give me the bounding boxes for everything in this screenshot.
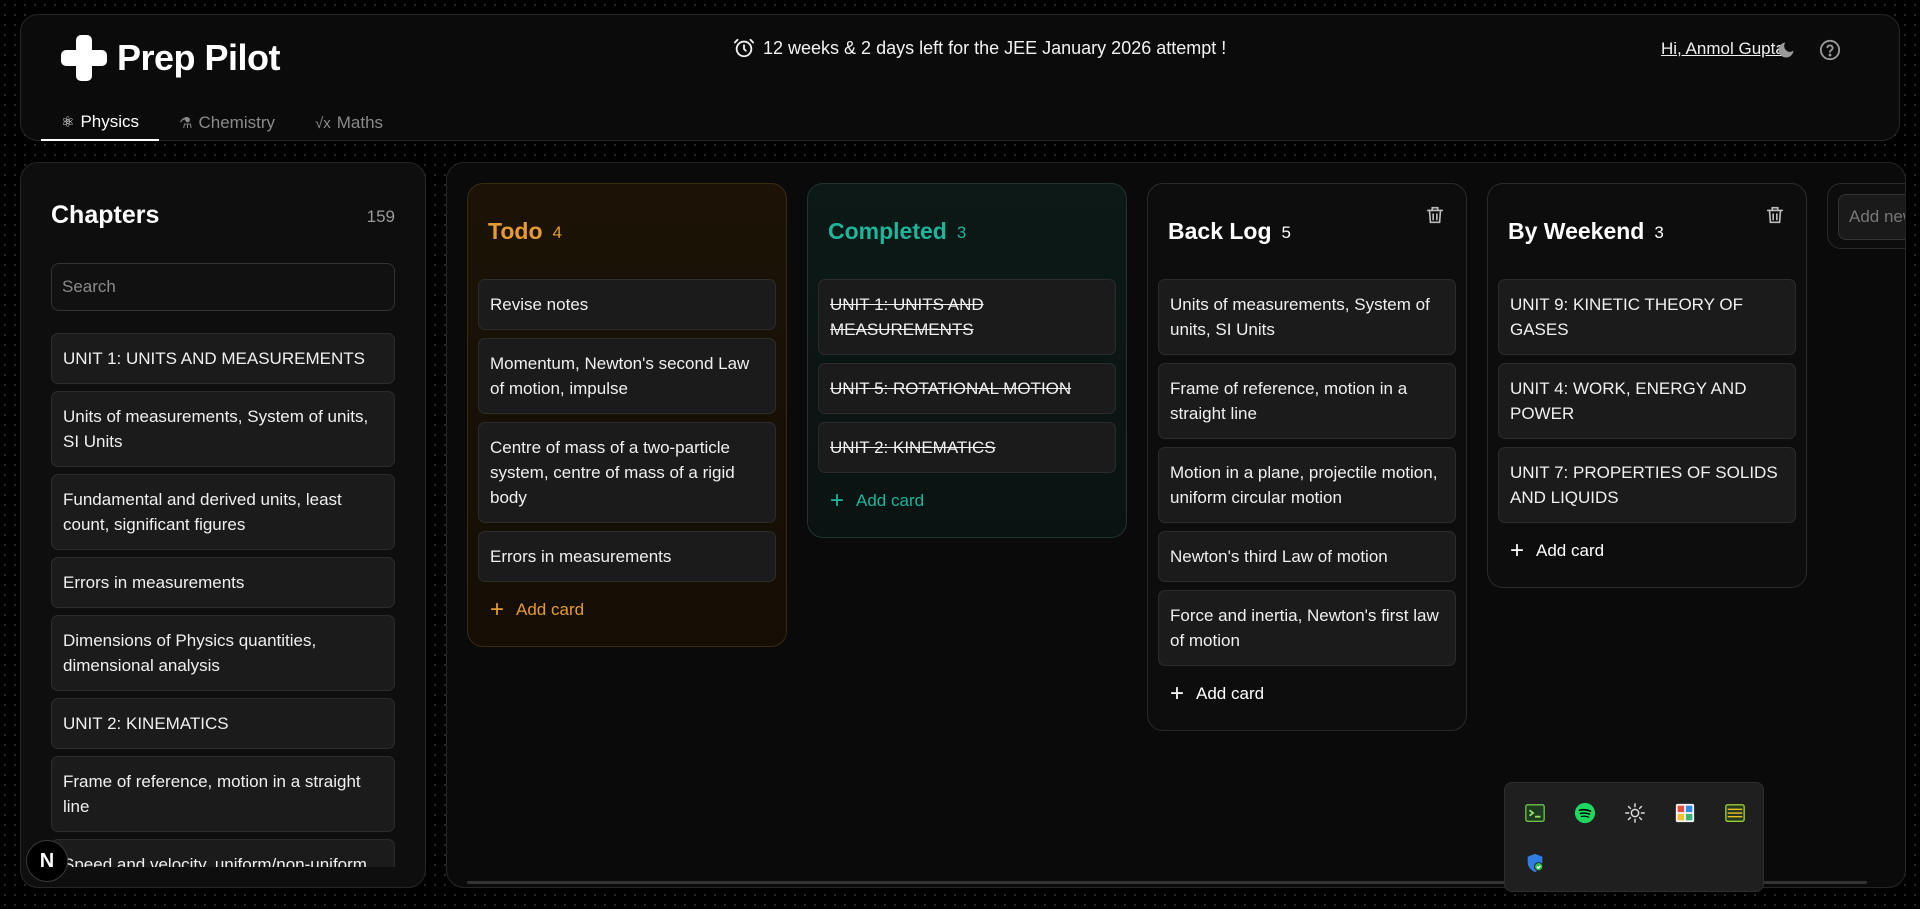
add-card-button[interactable]: + Add card — [1498, 531, 1796, 587]
help-button[interactable] — [1817, 37, 1843, 63]
tab-label: Chemistry — [198, 113, 275, 132]
brightness-icon[interactable] — [1623, 801, 1647, 825]
sidebar-title: Chapters — [51, 201, 160, 229]
add-card-label: Add card — [1536, 541, 1605, 560]
chapter-item[interactable]: Speed and velocity, uniform/non-uniform … — [51, 839, 395, 867]
tab-label: Physics — [80, 112, 140, 131]
task-card[interactable]: UNIT 5: ROTATIONAL MOTION — [818, 363, 1116, 414]
system-tray-popup — [1504, 782, 1764, 892]
system-monitor-icon[interactable] — [1723, 801, 1747, 825]
task-card[interactable]: UNIT 4: WORK, ENERGY AND POWER — [1498, 363, 1796, 439]
chapter-count: 159 — [366, 207, 395, 226]
countdown-text: 12 weeks & 2 days left for the JEE Janua… — [763, 37, 1227, 58]
tab-label: Maths — [336, 113, 384, 132]
tab-chemistry[interactable]: ⚗ Chemistry — [159, 105, 295, 141]
column-by-weekend: By Weekend 3 UNIT 9: KINETIC THEORY OF G… — [1487, 183, 1807, 588]
task-card[interactable]: Newton's third Law of motion — [1158, 531, 1456, 582]
task-card[interactable]: UNIT 2: KINEMATICS — [818, 422, 1116, 473]
task-card[interactable]: UNIT 1: UNITS AND MEASUREMENTS — [818, 279, 1116, 355]
column-count: 4 — [552, 223, 562, 242]
add-card-label: Add card — [516, 600, 585, 619]
kanban-board: Todo 4 Revise notes Momentum, Newton's s… — [446, 162, 1906, 888]
task-card[interactable]: Centre of mass of a two-particle system,… — [478, 422, 776, 523]
task-card[interactable]: Force and inertia, Newton's first law of… — [1158, 590, 1456, 666]
moon-icon — [1778, 42, 1794, 58]
logo[interactable]: Prep Pilot — [61, 35, 281, 81]
logo-cross-icon — [61, 35, 107, 81]
alarm-clock-icon — [733, 38, 755, 58]
plus-icon: + — [1510, 537, 1525, 564]
add-card-button[interactable]: + Add card — [818, 481, 1116, 537]
chapter-item[interactable]: UNIT 1: UNITS AND MEASUREMENTS — [51, 333, 395, 384]
add-card-button[interactable]: + Add card — [478, 590, 776, 646]
add-list-input[interactable] — [1838, 194, 1905, 240]
tab-physics[interactable]: ⚛ Physics — [41, 105, 160, 141]
chapter-item[interactable]: UNIT 2: KINEMATICS — [51, 698, 395, 749]
chapter-item[interactable]: Errors in measurements — [51, 557, 395, 608]
color-picker-icon[interactable] — [1673, 801, 1697, 825]
task-card[interactable]: Motion in a plane, projectile motion, un… — [1158, 447, 1456, 523]
column-count: 5 — [1281, 223, 1291, 242]
physics-icon: ⚛ — [61, 114, 75, 131]
task-card[interactable]: Frame of reference, motion in a straight… — [1158, 363, 1456, 439]
plus-icon: + — [490, 596, 505, 623]
chapter-item[interactable]: Dimensions of Physics quantities, dimens… — [51, 615, 395, 691]
app-name: Prep Pilot — [117, 37, 281, 78]
task-card[interactable]: UNIT 9: KINETIC THEORY OF GASES — [1498, 279, 1796, 355]
sqrt-icon: √x — [315, 114, 331, 132]
tab-maths[interactable]: √x Maths — [295, 105, 403, 141]
column-title: By Weekend — [1508, 218, 1645, 244]
user-greeting-link[interactable]: Hi, Anmol Gupta — [1661, 39, 1785, 59]
add-card-label: Add card — [1196, 684, 1265, 703]
column-completed: Completed 3 UNIT 1: UNITS AND MEASUREMEN… — [807, 183, 1127, 538]
column-count: 3 — [1654, 223, 1664, 242]
task-card[interactable]: Momentum, Newton's second Law of motion,… — [478, 338, 776, 414]
task-card[interactable]: Errors in measurements — [478, 531, 776, 582]
column-title: Completed — [828, 218, 947, 244]
add-list-panel — [1827, 183, 1905, 249]
task-card[interactable]: Revise notes — [478, 279, 776, 330]
nextjs-dev-badge[interactable]: N — [26, 840, 68, 882]
add-card-label: Add card — [856, 491, 925, 510]
help-circle-icon — [1819, 39, 1841, 61]
theme-toggle-button[interactable] — [1773, 37, 1799, 63]
column-count: 3 — [956, 223, 967, 242]
subject-tabs: ⚛ Physics ⚗ Chemistry √x Maths — [41, 105, 403, 141]
terminal-app-icon[interactable] — [1523, 801, 1547, 825]
plus-icon: + — [830, 487, 845, 514]
trash-icon[interactable] — [1424, 204, 1446, 226]
app-header: Prep Pilot 12 weeks & 2 days left for th… — [20, 14, 1900, 141]
flask-icon: ⚗ — [179, 115, 193, 132]
plus-icon: + — [1170, 680, 1185, 707]
chapters-sidebar: Chapters 159 UNIT 1: UNITS AND MEASUREME… — [20, 162, 426, 888]
spotify-icon[interactable] — [1573, 801, 1597, 825]
chapter-item[interactable]: Fundamental and derived units, least cou… — [51, 474, 395, 550]
column-title: Back Log — [1168, 218, 1272, 244]
chapter-search-input[interactable] — [51, 263, 395, 311]
column-todo: Todo 4 Revise notes Momentum, Newton's s… — [467, 183, 787, 647]
chapter-item[interactable]: Frame of reference, motion in a straight… — [51, 756, 395, 832]
column-title: Todo — [488, 218, 543, 244]
task-card[interactable]: UNIT 7: PROPERTIES OF SOLIDS AND LIQUIDS — [1498, 447, 1796, 523]
column-backlog: Back Log 5 Units of measurements, System… — [1147, 183, 1467, 731]
trash-icon[interactable] — [1764, 204, 1786, 226]
task-card[interactable]: Units of measurements, System of units, … — [1158, 279, 1456, 355]
add-card-button[interactable]: + Add card — [1158, 674, 1456, 730]
shield-check-icon[interactable] — [1523, 851, 1547, 875]
chapter-list[interactable]: UNIT 1: UNITS AND MEASUREMENTS Units of … — [51, 333, 395, 867]
next-logo-icon: N — [39, 849, 55, 872]
chapter-item[interactable]: Units of measurements, System of units, … — [51, 391, 395, 467]
countdown-banner: 12 weeks & 2 days left for the JEE Janua… — [733, 37, 1226, 59]
